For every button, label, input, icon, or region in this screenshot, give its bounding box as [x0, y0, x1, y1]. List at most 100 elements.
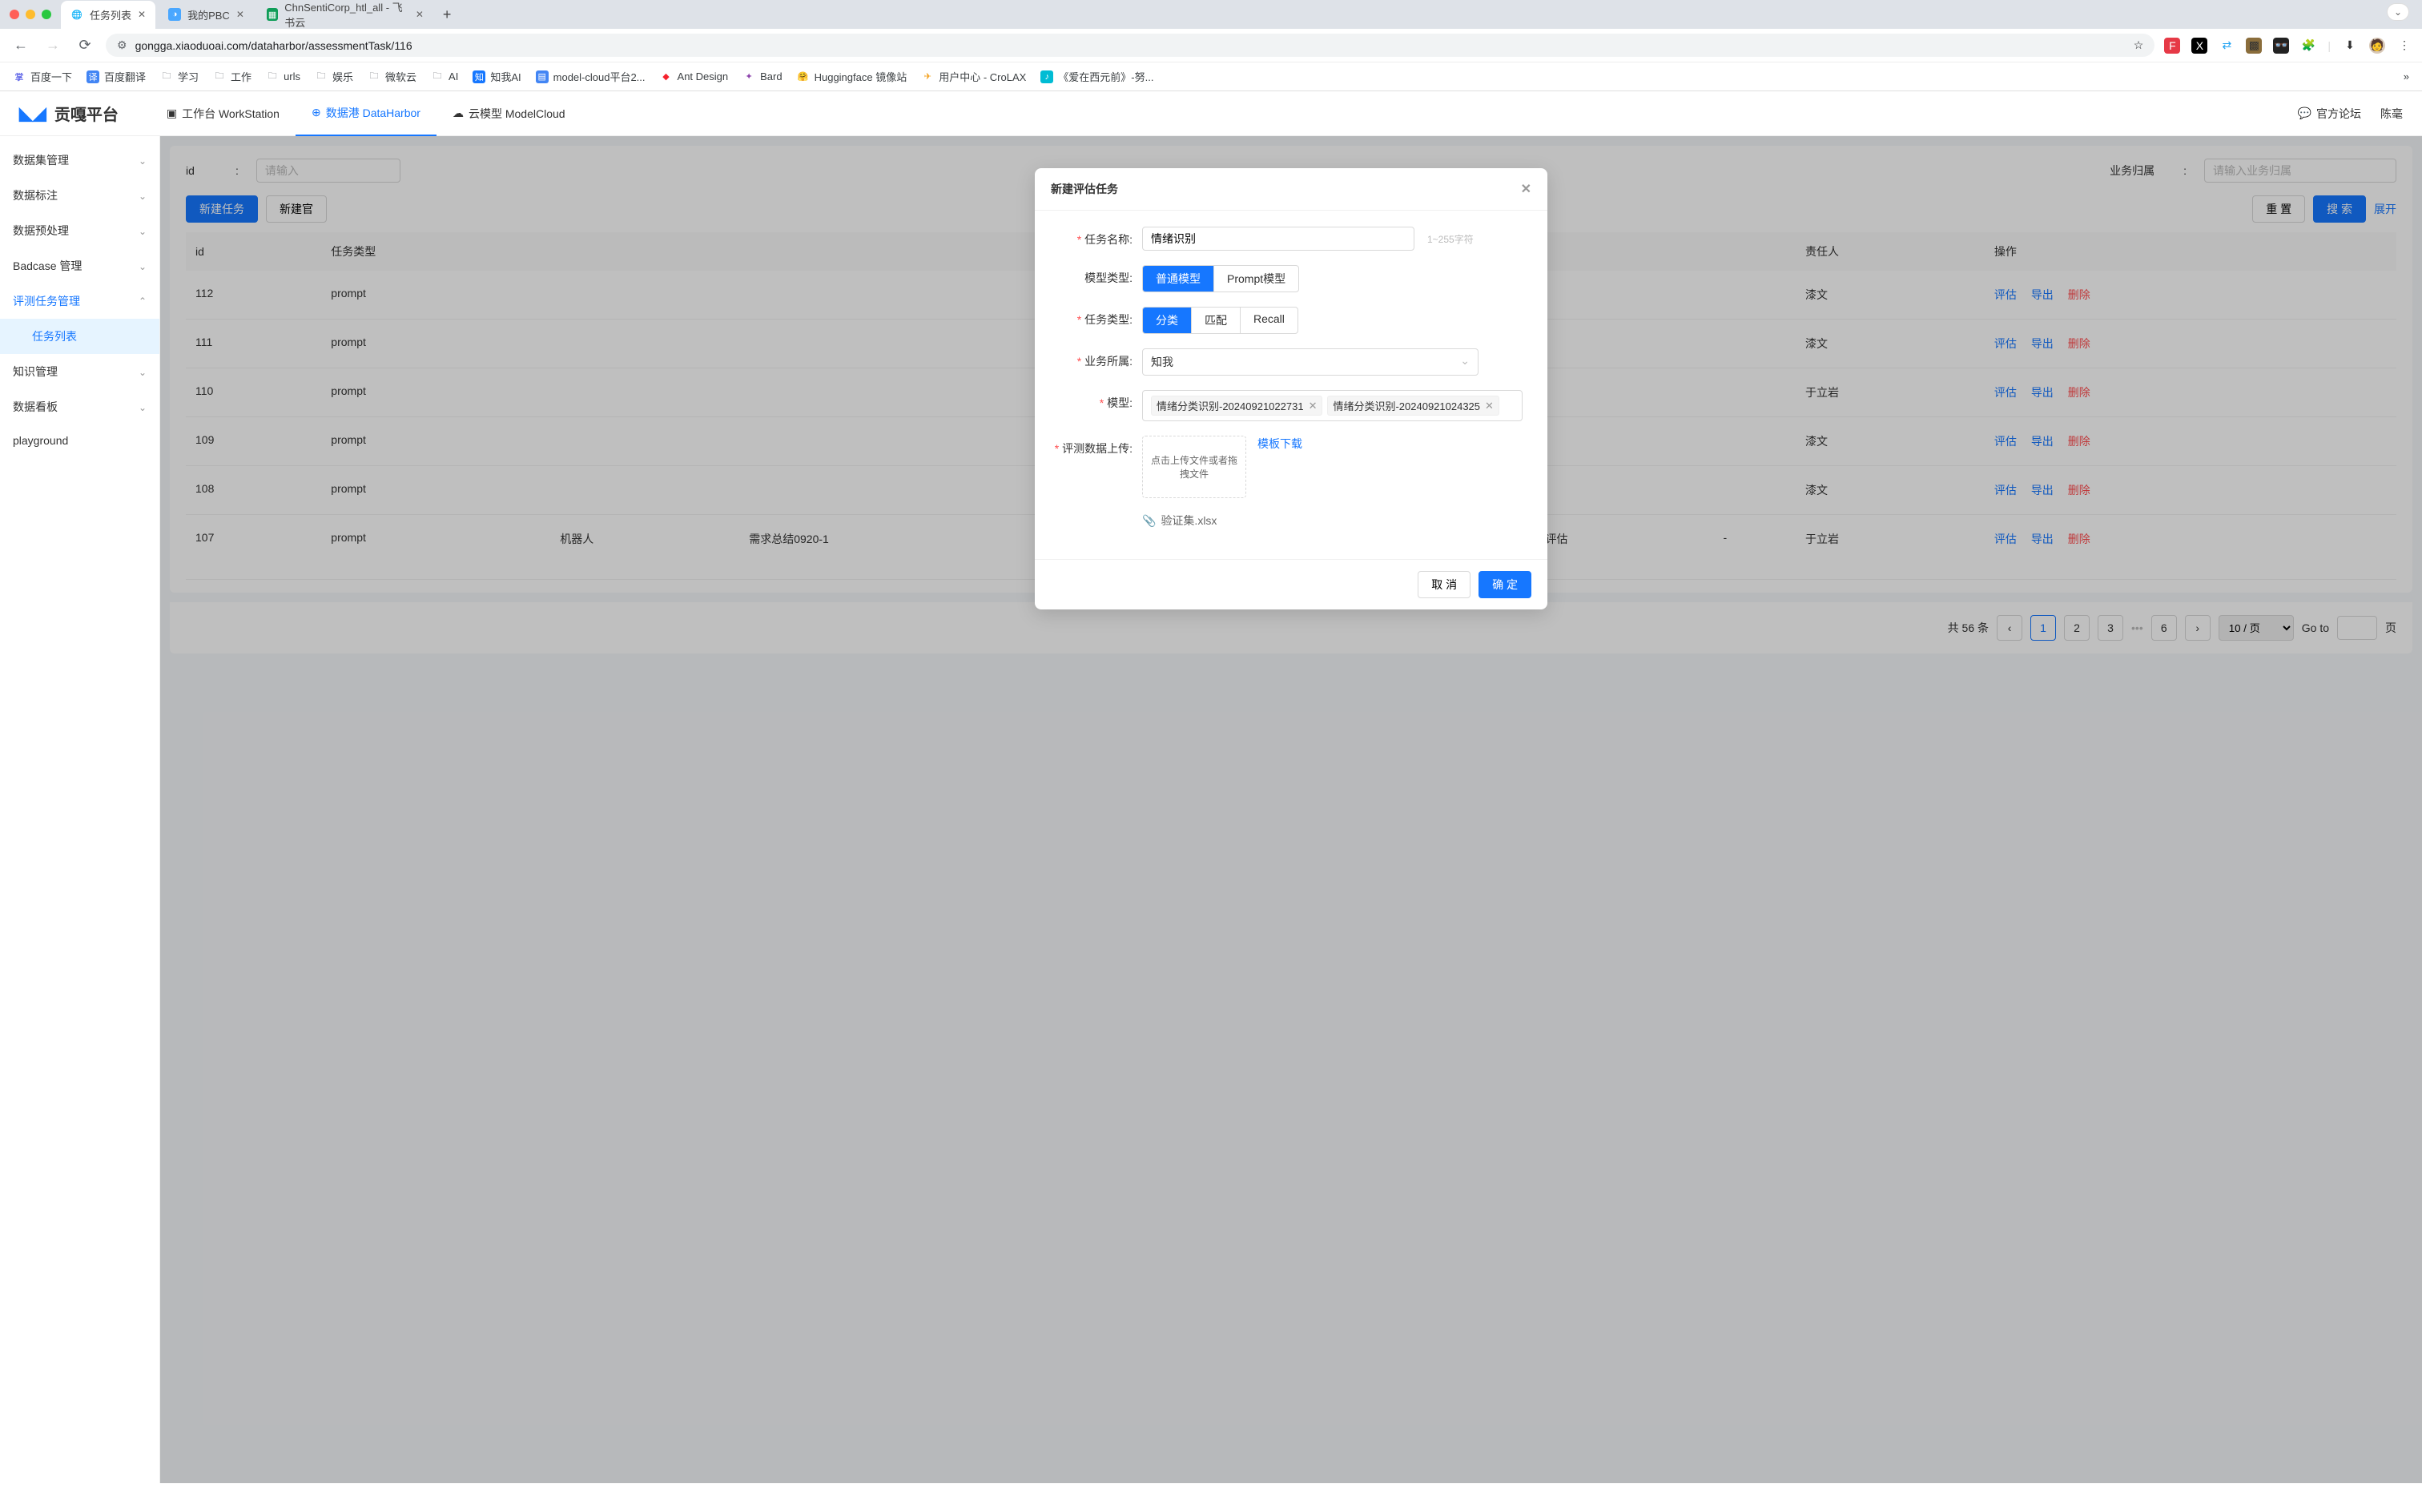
new-tab-button[interactable]: +: [437, 3, 458, 26]
folder-icon: 🗀: [368, 70, 380, 83]
avatar-icon[interactable]: 🧑: [2369, 38, 2385, 54]
seg-prompt-model[interactable]: Prompt模型: [1214, 266, 1298, 292]
seg-normal-model[interactable]: 普通模型: [1143, 266, 1214, 292]
template-download-link[interactable]: 模板下载: [1257, 436, 1302, 452]
user-name[interactable]: 陈毫: [2380, 106, 2403, 122]
model-type-segmented: 普通模型 Prompt模型: [1142, 265, 1299, 292]
tab-title: ChnSentiCorp_htl_all - 飞书云: [284, 0, 409, 30]
folder-icon: 🗀: [213, 70, 226, 83]
browser-tab[interactable]: ▦ ChnSentiCorp_htl_all - 飞书云 ✕: [257, 0, 433, 36]
model-multiselect[interactable]: 情绪分类识别-20240921022731✕ 情绪分类识别-2024092102…: [1142, 390, 1523, 421]
bookmark[interactable]: 🗀工作: [213, 69, 251, 84]
remove-tag-icon[interactable]: ✕: [1485, 400, 1494, 412]
forum-link[interactable]: 💬官方论坛: [2298, 106, 2361, 122]
mac-minimize[interactable]: [26, 10, 35, 19]
upload-dropzone[interactable]: 点击上传文件或者拖拽文件: [1142, 436, 1246, 498]
chevron-down-icon: [139, 365, 147, 378]
model-tag: 情绪分类识别-20240921024325✕: [1327, 396, 1499, 416]
kebab-icon[interactable]: ⋮: [2396, 38, 2412, 54]
folder-icon: 🗀: [431, 70, 444, 83]
translate-icon: 译: [86, 70, 99, 83]
sidebar-item-badcase[interactable]: Badcase 管理: [0, 248, 159, 284]
bookmark[interactable]: ✈用户中心 - CroLAX: [921, 69, 1026, 84]
seg-match[interactable]: 匹配: [1192, 308, 1241, 333]
download-icon[interactable]: ⬇: [2342, 38, 2358, 54]
bookmark[interactable]: 🗀AI: [431, 70, 458, 83]
cancel-button[interactable]: 取 消: [1418, 571, 1470, 598]
sidebar-item-assessment[interactable]: 评测任务管理⌃: [0, 284, 159, 319]
bard-icon: ✦: [742, 70, 755, 83]
bookmark[interactable]: ♪《爱在西元前》-努...: [1040, 69, 1153, 84]
bookmark[interactable]: 🗀娱乐: [315, 69, 353, 84]
bookmark[interactable]: 掌百度一下: [13, 69, 72, 84]
sidebar-item-knowledge[interactable]: 知识管理: [0, 354, 159, 389]
dataharbor-icon: ⊕: [312, 106, 321, 119]
close-icon[interactable]: ✕: [236, 9, 244, 20]
nav-modelcloud[interactable]: ☁云模型 ModelCloud: [437, 91, 581, 136]
mac-close[interactable]: [10, 10, 19, 19]
nav-workstation[interactable]: ▣工作台 WorkStation: [151, 91, 296, 136]
seg-recall[interactable]: Recall: [1241, 308, 1298, 333]
sidebar-item-dashboard[interactable]: 数据看板: [0, 389, 159, 424]
logo-text: 贡嘎平台: [54, 102, 119, 125]
ext-icon[interactable]: F: [2164, 38, 2180, 54]
bookmark[interactable]: ▤model-cloud平台2...: [536, 69, 646, 84]
modelcloud-icon: ☁: [453, 107, 464, 120]
forward-button: →: [42, 37, 64, 54]
sheets-icon: ▦: [267, 8, 278, 21]
ext-icon[interactable]: ⇄: [2219, 38, 2235, 54]
site-settings-icon[interactable]: ⚙: [117, 38, 127, 52]
browser-tab-active[interactable]: 🌐 任务列表 ✕: [61, 1, 155, 29]
mac-zoom[interactable]: [42, 10, 51, 19]
task-type-segmented: 分类 匹配 Recall: [1142, 307, 1298, 334]
bookmark[interactable]: ✦Bard: [742, 70, 782, 83]
window-minimizer[interactable]: ⌄: [2387, 3, 2409, 21]
sidebar-sub-tasklist[interactable]: 任务列表: [0, 319, 159, 354]
close-icon[interactable]: ✕: [416, 9, 424, 20]
ok-button[interactable]: 确 定: [1479, 571, 1531, 598]
forum-icon: 💬: [2298, 107, 2311, 120]
sidebar-item-annotation[interactable]: 数据标注: [0, 178, 159, 213]
extensions-icon[interactable]: 🧩: [2300, 38, 2316, 54]
logo-icon: ◣◢: [19, 103, 46, 124]
bookmark[interactable]: 译百度翻译: [86, 69, 146, 84]
bookmark[interactable]: 知知我AI: [473, 69, 521, 84]
close-icon[interactable]: ✕: [1521, 181, 1531, 197]
close-icon[interactable]: ✕: [138, 9, 146, 20]
doc-icon: ◑: [168, 8, 181, 21]
bookmark[interactable]: ◆Ant Design: [660, 70, 729, 83]
bookmark[interactable]: 🤗Huggingface 镜像站: [797, 69, 907, 84]
hf-icon: 🤗: [797, 70, 810, 83]
music-icon: ♪: [1040, 70, 1053, 83]
nav-dataharbor[interactable]: ⊕数据港 DataHarbor: [296, 91, 437, 136]
address-bar[interactable]: ⚙ gongga.xiaoduoai.com/dataharbor/assess…: [106, 34, 2154, 57]
remove-tag-icon[interactable]: ✕: [1309, 400, 1318, 412]
sidebar-item-playground[interactable]: playground: [0, 424, 159, 456]
attached-file[interactable]: 📎 验证集.xlsx: [1142, 513, 1217, 529]
seg-classify[interactable]: 分类: [1143, 308, 1192, 333]
baidu-icon: 掌: [13, 70, 26, 83]
bookmark[interactable]: 🗀微软云: [368, 69, 416, 84]
globe-icon: 🌐: [70, 8, 83, 21]
sidebar-item-preprocess[interactable]: 数据预处理: [0, 213, 159, 248]
reload-button[interactable]: ⟳: [74, 37, 96, 54]
field-modeltype-label: 模型类型:: [1054, 265, 1142, 286]
ext-icon[interactable]: ▩: [2246, 38, 2262, 54]
workstation-icon: ▣: [167, 107, 177, 120]
star-icon[interactable]: ☆: [2134, 38, 2144, 52]
bookmark-overflow[interactable]: »: [2404, 70, 2409, 82]
browser-tab[interactable]: ◑ 我的PBC ✕: [159, 1, 254, 29]
bookmark[interactable]: 🗀urls: [266, 70, 300, 83]
chevron-down-icon: [139, 259, 147, 272]
sidebar-item-datasets[interactable]: 数据集管理: [0, 143, 159, 178]
chevron-down-icon: [139, 189, 147, 202]
app-logo[interactable]: ◣◢ 贡嘎平台: [19, 102, 119, 125]
ext-icon[interactable]: 👓: [2273, 38, 2289, 54]
biz-select[interactable]: 知我: [1142, 348, 1479, 376]
bookmark[interactable]: 🗀学习: [160, 69, 199, 84]
tab-title: 任务列表: [90, 7, 131, 22]
ext-icon[interactable]: X: [2191, 38, 2207, 54]
ant-icon: ◆: [660, 70, 673, 83]
back-button[interactable]: ←: [10, 37, 32, 54]
task-name-input[interactable]: [1142, 227, 1414, 251]
